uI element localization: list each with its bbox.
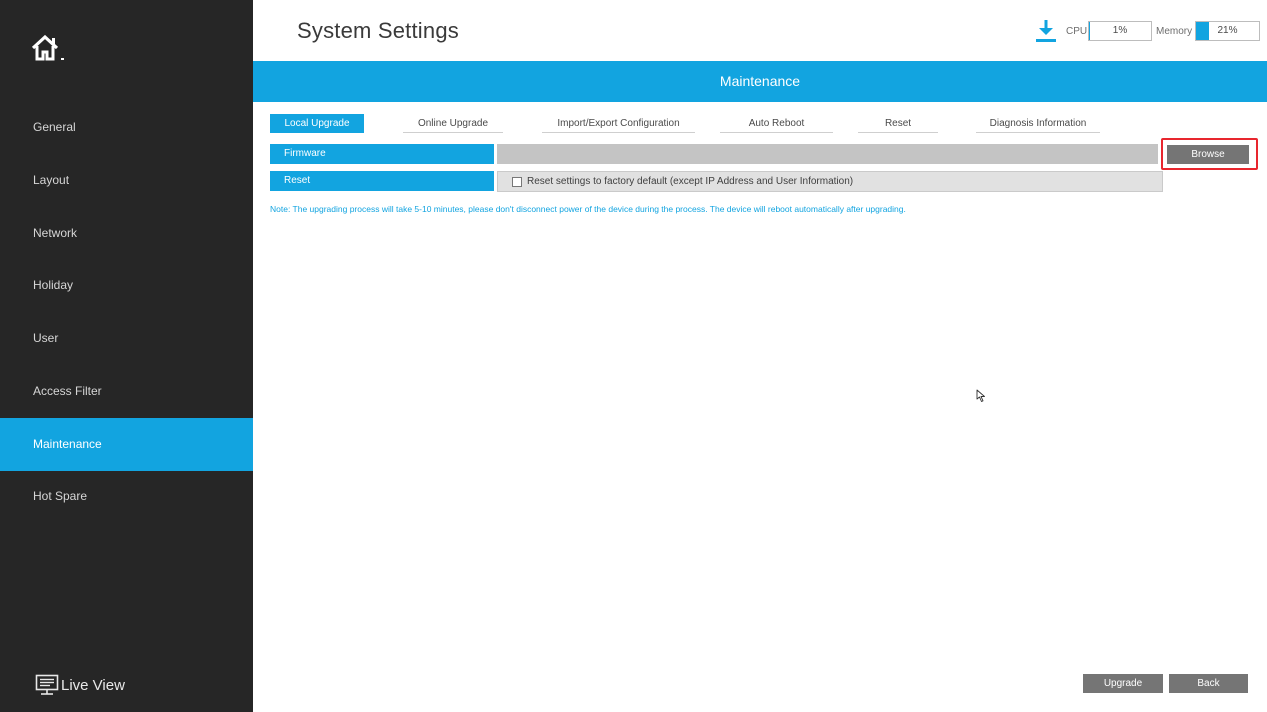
tab-import-export-configuration[interactable]: Import/Export Configuration [542, 114, 695, 133]
sidebar-item-holiday[interactable]: Holiday [0, 259, 253, 312]
cpu-meter: 1% [1088, 21, 1152, 41]
section-header: Maintenance [253, 61, 1267, 102]
page-title: System Settings [297, 18, 459, 43]
memory-fill [1196, 22, 1210, 40]
monitor-icon [35, 674, 59, 695]
upgrade-note: Note: The upgrading process will take 5-… [270, 204, 906, 214]
tab-online-upgrade[interactable]: Online Upgrade [403, 114, 503, 133]
cpu-value: 1% [1112, 25, 1128, 36]
reset-factory-checkbox[interactable] [512, 176, 522, 187]
tab-local-upgrade[interactable]: Local Upgrade [270, 114, 364, 133]
sidebar-item-general[interactable]: General [0, 101, 253, 154]
home-icon[interactable] [31, 34, 67, 64]
memory-value: 21% [1217, 25, 1238, 36]
reset-option: Reset settings to factory default (excep… [497, 171, 1163, 192]
download-icon[interactable] [1035, 19, 1057, 43]
sidebar-item-layout[interactable]: Layout [0, 154, 253, 207]
sidebar: General Layout Network Holiday User Acce… [0, 0, 253, 712]
back-button[interactable]: Back [1169, 674, 1248, 693]
cpu-label: CPU [1066, 26, 1088, 37]
upgrade-button[interactable]: Upgrade [1083, 674, 1163, 693]
sidebar-item-maintenance[interactable]: Maintenance [0, 418, 253, 471]
sidebar-item-access-filter[interactable]: Access Filter [0, 365, 253, 418]
sidebar-item-network[interactable]: Network [0, 207, 253, 260]
memory-meter: 21% [1195, 21, 1260, 41]
reset-label: Reset [270, 171, 494, 191]
memory-label: Memory [1156, 26, 1193, 37]
live-view-button[interactable]: Live View [35, 671, 125, 699]
cpu-fill [1089, 22, 1090, 40]
tab-reset[interactable]: Reset [858, 114, 938, 133]
sidebar-item-hot-spare[interactable]: Hot Spare [0, 470, 253, 523]
firmware-label: Firmware [270, 144, 494, 164]
live-view-label: Live View [61, 676, 125, 694]
sidebar-item-user[interactable]: User [0, 312, 253, 365]
tab-diagnosis-information[interactable]: Diagnosis Information [976, 114, 1100, 133]
firmware-path-field[interactable] [497, 144, 1158, 164]
browse-button[interactable]: Browse [1167, 145, 1249, 164]
tab-auto-reboot[interactable]: Auto Reboot [720, 114, 833, 133]
mouse-cursor-icon [976, 389, 985, 402]
reset-checkbox-label[interactable]: Reset settings to factory default (excep… [527, 176, 853, 187]
